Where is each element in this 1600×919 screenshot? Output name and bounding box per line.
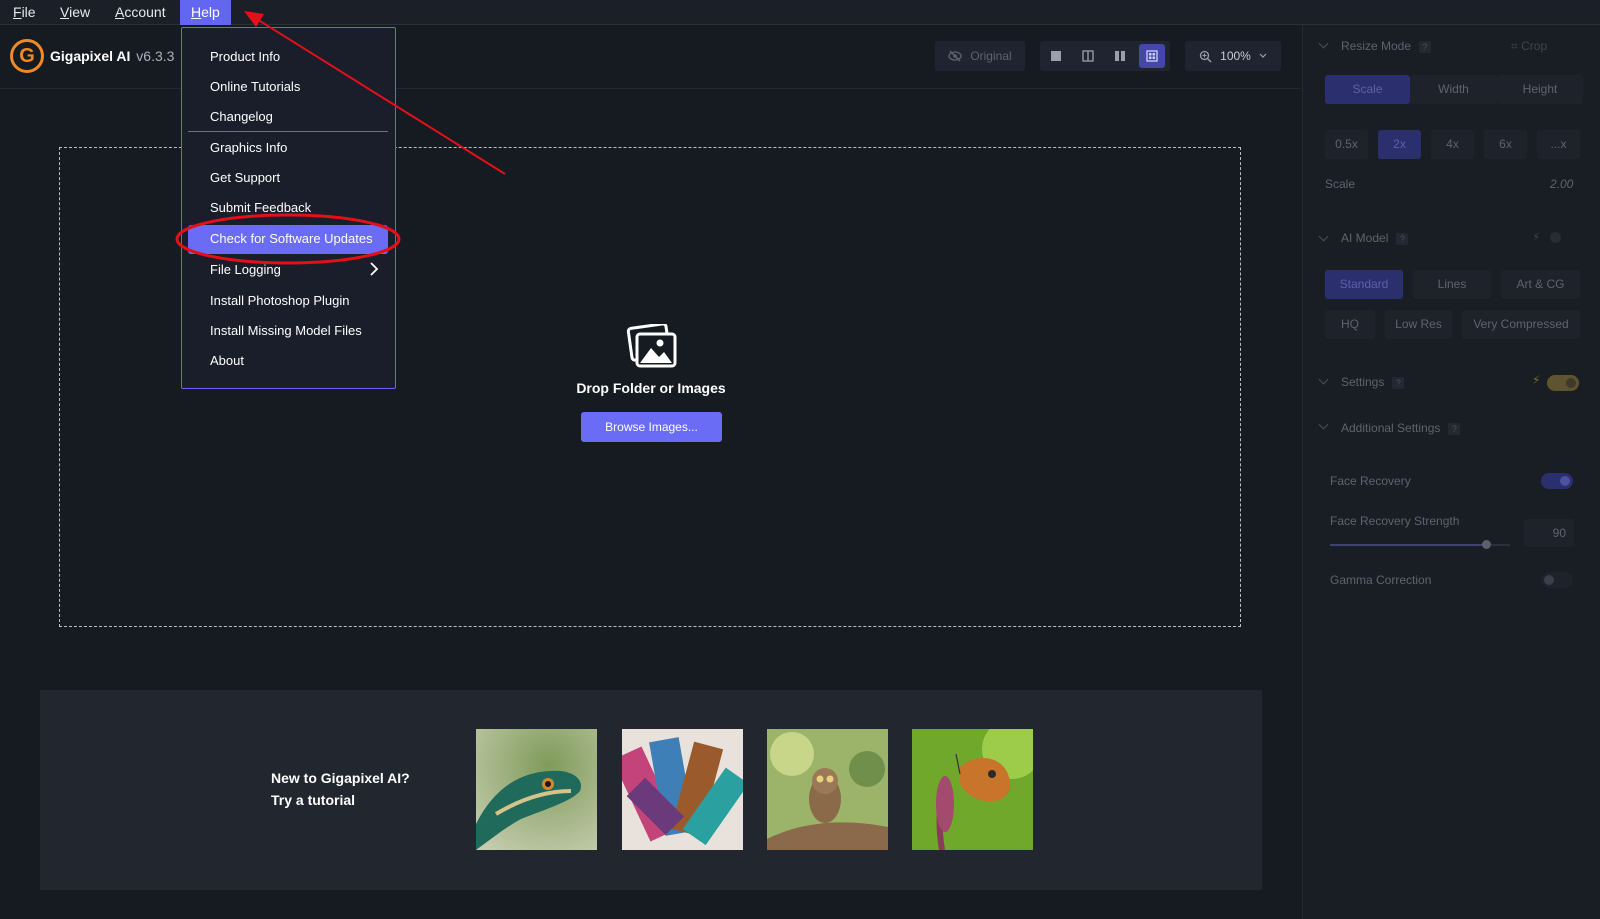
face-recovery-strength-label: Face Recovery Strength [1330, 514, 1460, 528]
model-lines[interactable]: Lines [1413, 270, 1491, 299]
help-icon[interactable]: ? [1396, 232, 1409, 245]
tab-width[interactable]: Width [1410, 75, 1497, 104]
menubar: File View Account Help [0, 0, 1600, 25]
zoom-dropdown[interactable]: 100% [1185, 41, 1281, 71]
chevron-down-icon [1259, 53, 1267, 58]
menu-item-check-for-updates[interactable]: Check for Software Updates [210, 231, 373, 246]
browse-images-button[interactable]: Browse Images... [581, 412, 722, 442]
menu-file[interactable]: File [2, 0, 47, 25]
tutorial-thumb-lizard[interactable] [476, 729, 597, 850]
settings-toggle[interactable] [1547, 375, 1579, 391]
menu-item-about[interactable]: About [210, 353, 244, 368]
gamma-correction-label: Gamma Correction [1330, 573, 1432, 587]
settings-panel [1302, 25, 1600, 919]
original-toggle-button[interactable]: Original [935, 41, 1025, 71]
chevron-right-icon [370, 262, 379, 276]
menu-item-online-tutorials[interactable]: Online Tutorials [210, 79, 300, 94]
scale-custom[interactable]: ...x [1537, 130, 1580, 159]
help-icon[interactable]: ? [1392, 376, 1405, 389]
menu-item-install-missing-model-files[interactable]: Install Missing Model Files [210, 323, 362, 338]
menu-item-get-support[interactable]: Get Support [210, 170, 280, 185]
app-logo: G [10, 39, 44, 73]
eye-off-icon [948, 50, 962, 62]
model-art-cg[interactable]: Art & CG [1501, 270, 1580, 299]
lightning-icon: ⚡ [1532, 230, 1541, 244]
drop-label: Drop Folder or Images [576, 380, 726, 396]
side-by-side-icon [1115, 51, 1125, 61]
tutorial-thumb-brushes[interactable] [622, 729, 743, 850]
split-view-icon [1082, 50, 1094, 62]
model-very-compressed[interactable]: Very Compressed [1462, 310, 1580, 339]
menu-item-graphics-info[interactable]: Graphics Info [210, 140, 287, 155]
lightning-icon: ⚡ [1532, 373, 1541, 387]
menu-divider [188, 131, 388, 132]
strength-slider-fill [1330, 544, 1487, 546]
split-view-button[interactable] [1075, 44, 1101, 68]
scale-0-5x[interactable]: 0.5x [1325, 130, 1368, 159]
menu-view[interactable]: View [49, 0, 101, 25]
menu-item-changelog[interactable]: Changelog [210, 109, 273, 124]
tutorial-question: New to Gigapixel AI? [271, 770, 410, 786]
tutorial-thumb-owl[interactable] [767, 729, 888, 850]
original-label: Original [970, 49, 1012, 63]
single-view-button[interactable] [1043, 44, 1069, 68]
scale-2x[interactable]: 2x [1378, 130, 1421, 159]
crop-button[interactable]: ⌗ Crop [1511, 39, 1547, 54]
tab-scale[interactable]: Scale [1325, 75, 1410, 104]
grid-view-button[interactable] [1139, 44, 1165, 68]
strength-slider-handle[interactable] [1482, 540, 1491, 549]
single-view-icon [1051, 51, 1061, 61]
help-icon[interactable]: ? [1448, 422, 1461, 435]
menu-help[interactable]: Help [180, 0, 231, 25]
view-mode-group [1040, 41, 1170, 71]
help-icon[interactable]: ? [1419, 40, 1432, 53]
images-icon [626, 324, 677, 368]
tutorial-cta[interactable]: Try a tutorial [271, 792, 355, 808]
scale-4x[interactable]: 4x [1431, 130, 1474, 159]
model-hq[interactable]: HQ [1325, 310, 1375, 339]
app-name: Gigapixel AI [50, 48, 131, 64]
menu-item-install-photoshop-plugin[interactable]: Install Photoshop Plugin [210, 293, 349, 308]
face-recovery-toggle[interactable] [1541, 473, 1573, 489]
app-title: Gigapixel AI v6.3.3 [50, 48, 174, 64]
model-low-res[interactable]: Low Res [1385, 310, 1452, 339]
side-by-side-button[interactable] [1107, 44, 1133, 68]
zoom-value: 100% [1220, 49, 1251, 63]
menu-account[interactable]: Account [104, 0, 177, 25]
strength-value[interactable]: 90 [1524, 519, 1574, 547]
tab-height[interactable]: Height [1497, 75, 1583, 104]
gamma-correction-toggle[interactable] [1541, 572, 1573, 588]
face-recovery-label: Face Recovery [1330, 474, 1411, 488]
ai-model-title: AI Model? [1341, 231, 1409, 245]
menu-item-submit-feedback[interactable]: Submit Feedback [210, 200, 311, 215]
menu-item-file-logging[interactable]: File Logging [210, 262, 281, 277]
grid-view-icon [1146, 50, 1158, 62]
zoom-icon [1199, 50, 1212, 62]
scale-value[interactable]: 2.00 [1550, 177, 1573, 191]
model-standard[interactable]: Standard [1325, 270, 1403, 299]
app-version: v6.3.3 [136, 48, 175, 64]
scale-6x[interactable]: 6x [1484, 130, 1527, 159]
status-dot [1550, 232, 1561, 243]
crop-icon: ⌗ [1511, 39, 1518, 53]
tutorial-thumb-butterfly[interactable] [912, 729, 1033, 850]
resize-mode-title: Resize Mode? [1341, 39, 1432, 53]
additional-settings-title: Additional Settings? [1341, 421, 1461, 435]
scale-label: Scale [1325, 177, 1356, 191]
settings-title: Settings? [1341, 375, 1405, 389]
menu-item-product-info[interactable]: Product Info [210, 49, 280, 64]
